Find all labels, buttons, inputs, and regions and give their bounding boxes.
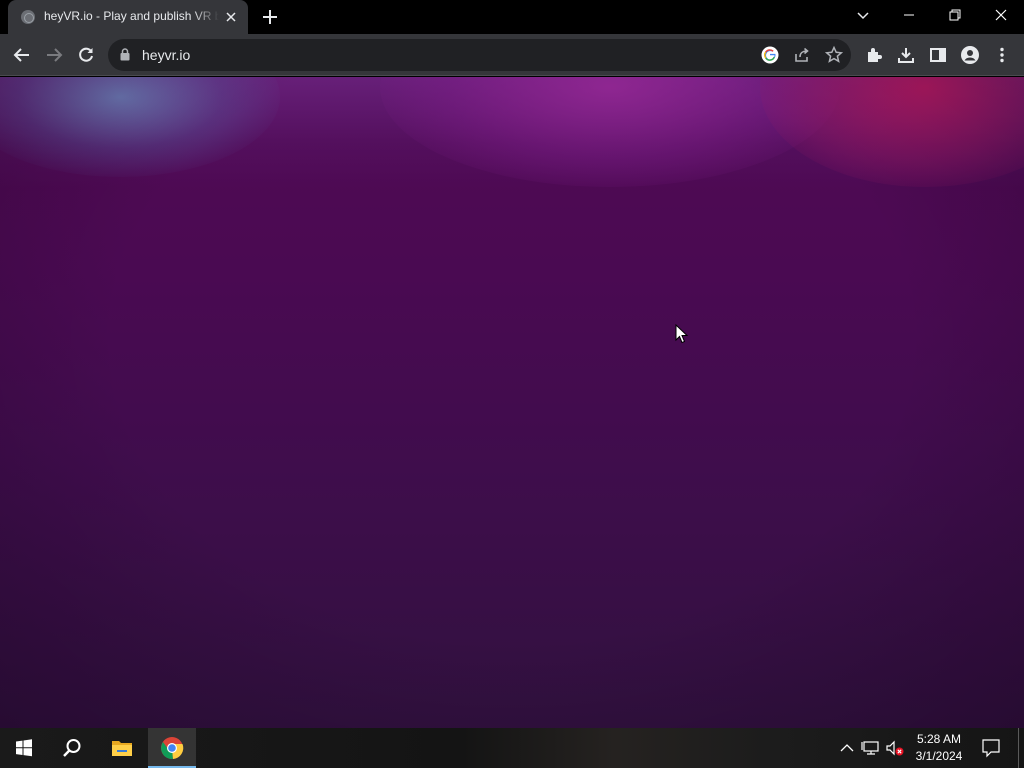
browser-toolbar: heyvr.io bbox=[0, 34, 1024, 76]
tab-title: heyVR.io - Play and publish VR browser g… bbox=[44, 9, 219, 23]
minimize-button[interactable] bbox=[886, 0, 932, 30]
globe-icon bbox=[21, 10, 35, 24]
screen: heyVR.io - Play and publish VR browser g… bbox=[0, 0, 1024, 768]
profile-icon[interactable] bbox=[956, 41, 984, 69]
google-icon[interactable] bbox=[760, 45, 780, 65]
address-bar[interactable]: heyvr.io bbox=[108, 39, 851, 71]
lock-icon[interactable] bbox=[120, 48, 130, 66]
star-icon[interactable] bbox=[824, 45, 844, 65]
notification-center-icon[interactable] bbox=[978, 736, 1004, 760]
file-explorer-icon[interactable] bbox=[98, 728, 146, 768]
restore-button[interactable] bbox=[932, 0, 978, 30]
tab-heyvr[interactable]: heyVR.io - Play and publish VR browser g… bbox=[8, 0, 248, 34]
new-tab-button[interactable] bbox=[258, 5, 282, 29]
windows-start-icon[interactable] bbox=[0, 728, 48, 768]
show-desktop-button[interactable] bbox=[1018, 728, 1019, 768]
clock-date: 3/1/2024 bbox=[915, 749, 963, 763]
volume-muted-icon[interactable] bbox=[885, 738, 905, 758]
chrome-icon[interactable] bbox=[148, 728, 196, 768]
close-window-button[interactable] bbox=[978, 0, 1024, 30]
download-icon[interactable] bbox=[892, 41, 920, 69]
extensions-icon[interactable] bbox=[860, 41, 888, 69]
page-content[interactable] bbox=[0, 77, 1024, 728]
reload-icon[interactable] bbox=[72, 41, 100, 69]
search-icon[interactable] bbox=[48, 728, 96, 768]
clock-time: 5:28 AM bbox=[916, 732, 962, 746]
chevron-down-icon[interactable] bbox=[852, 5, 874, 27]
page-vignette bbox=[0, 77, 1024, 728]
forward-icon[interactable] bbox=[40, 41, 68, 69]
mouse-cursor-icon bbox=[675, 323, 689, 344]
system-clock[interactable]: 5:28 AM 3/1/2024 bbox=[908, 731, 970, 765]
tab-strip: heyVR.io - Play and publish VR browser g… bbox=[0, 0, 1024, 34]
menu-icon[interactable] bbox=[988, 41, 1016, 69]
chevron-up-icon[interactable] bbox=[837, 738, 857, 758]
back-icon[interactable] bbox=[8, 41, 36, 69]
close-icon[interactable] bbox=[223, 9, 239, 25]
share-icon[interactable] bbox=[792, 45, 812, 65]
taskbar: 5:28 AM 3/1/2024 bbox=[0, 728, 1024, 768]
url-text: heyvr.io bbox=[142, 47, 191, 63]
network-icon[interactable] bbox=[861, 738, 881, 758]
side-panel-icon[interactable] bbox=[924, 41, 952, 69]
